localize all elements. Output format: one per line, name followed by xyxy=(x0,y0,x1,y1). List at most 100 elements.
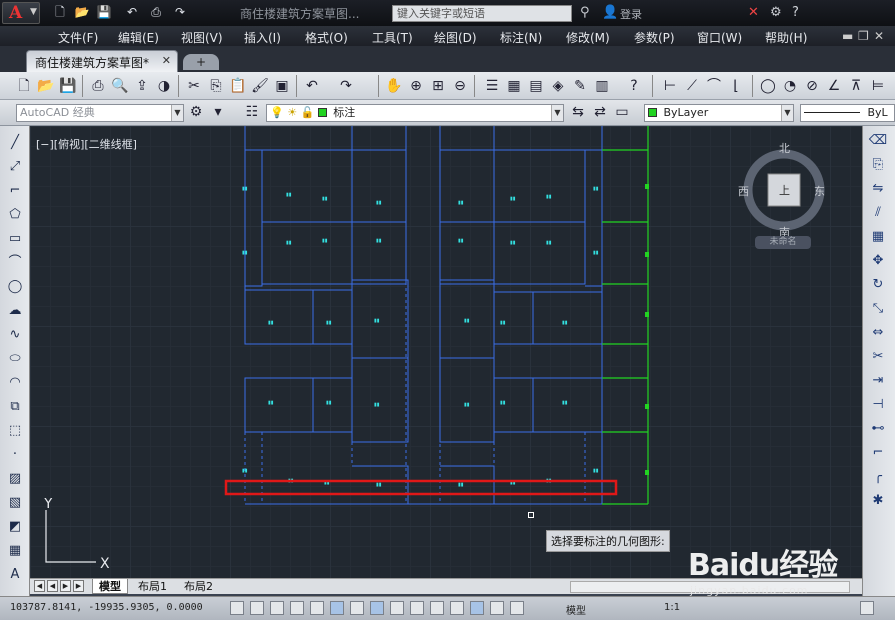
jogged-icon[interactable]: ◔ xyxy=(780,76,800,96)
ortho-toggle[interactable] xyxy=(290,601,304,615)
ellipse-icon[interactable]: ⬭ xyxy=(5,350,25,368)
publish-icon[interactable]: ⇪ xyxy=(132,76,152,96)
first-tab-icon[interactable]: ◀ xyxy=(34,580,45,592)
exchange-icon[interactable]: ✕ xyxy=(748,5,759,20)
tab-layout1[interactable]: 布局1 xyxy=(132,579,173,594)
help-icon[interactable]: ? xyxy=(792,5,799,20)
mirror-icon[interactable]: ⇋ xyxy=(868,180,888,198)
new-tab-button[interactable]: + xyxy=(183,54,219,70)
copy-object-icon[interactable]: ⎘ xyxy=(868,156,888,174)
last-tab-icon[interactable]: ▶ xyxy=(73,580,84,592)
design-center-icon[interactable]: ▦ xyxy=(504,76,524,96)
angular-icon[interactable]: ∠ xyxy=(824,76,844,96)
workspace-select[interactable]: AutoCAD 经典 ▼ xyxy=(16,104,184,122)
circle-icon[interactable]: ◯ xyxy=(5,278,25,296)
region-icon[interactable]: ◩ xyxy=(5,518,25,536)
linear-dimension-icon[interactable]: ⊢ xyxy=(660,76,680,96)
aligned-dimension-icon[interactable]: ⟋ xyxy=(682,76,702,96)
save-icon[interactable]: 💾 xyxy=(58,76,78,96)
chamfer-icon[interactable]: ⌐ xyxy=(868,444,888,462)
markup-icon[interactable]: ✎ xyxy=(570,76,590,96)
annotation-monitor-toggle[interactable] xyxy=(510,601,524,615)
snap-toggle[interactable] xyxy=(250,601,264,615)
application-menu-button[interactable]: A ▼ xyxy=(2,2,40,24)
ducs-toggle[interactable] xyxy=(390,601,404,615)
menu-modify[interactable]: 修改(M) xyxy=(566,29,610,46)
prev-tab-icon[interactable]: ◀ xyxy=(47,580,58,592)
menu-dimension[interactable]: 标注(N) xyxy=(500,29,542,46)
quick-dimension-icon[interactable]: ⊼ xyxy=(846,76,866,96)
compass-north[interactable]: 北 xyxy=(779,140,790,156)
scale-icon[interactable]: ⤡ xyxy=(868,300,888,318)
clean-screen-toggle[interactable] xyxy=(860,601,874,615)
gradient-icon[interactable]: ▧ xyxy=(5,494,25,512)
properties-icon[interactable]: ☰ xyxy=(482,76,502,96)
layer-properties-icon[interactable]: ☷ xyxy=(242,102,262,122)
viewcube-face-top[interactable]: 上 xyxy=(779,182,790,198)
ordinate-icon[interactable]: ⌊ xyxy=(726,76,746,96)
close-icon[interactable]: ✕ xyxy=(874,29,884,43)
save-icon[interactable]: 💾 xyxy=(96,4,112,20)
layer-state-icon[interactable]: ▭ xyxy=(612,102,632,122)
infer-constraints-toggle[interactable] xyxy=(230,601,244,615)
diameter-icon[interactable]: ⊘ xyxy=(802,76,822,96)
quickcalc-icon[interactable]: ▥ xyxy=(592,76,612,96)
match-properties-icon[interactable]: 🖌 xyxy=(250,76,270,96)
point-icon[interactable]: · xyxy=(5,446,25,464)
pan-icon[interactable]: ✋ xyxy=(384,76,404,96)
extend-icon[interactable]: ⇥ xyxy=(868,372,888,390)
fillet-icon[interactable]: ╭ xyxy=(868,468,888,486)
hatch-icon[interactable]: ▨ xyxy=(5,470,25,488)
rectangle-icon[interactable]: ▭ xyxy=(5,230,25,248)
ellipse-arc-icon[interactable]: ◠ xyxy=(5,374,25,392)
radius-icon[interactable]: ◯ xyxy=(758,76,778,96)
selection-cycling-toggle[interactable] xyxy=(490,601,504,615)
otrack-toggle[interactable] xyxy=(370,601,384,615)
menu-edit[interactable]: 编辑(E) xyxy=(118,29,159,46)
compass-west[interactable]: 西 xyxy=(738,183,749,199)
close-tab-icon[interactable]: ✕ xyxy=(162,54,171,67)
search-input[interactable]: 键入关键字或短语 xyxy=(392,5,572,22)
rotate-icon[interactable]: ↻ xyxy=(868,276,888,294)
restore-icon[interactable]: ❐ xyxy=(858,29,869,43)
undo-icon[interactable]: ↶ xyxy=(302,76,322,96)
multiline-text-icon[interactable]: A xyxy=(5,566,25,584)
offset-icon[interactable]: ⫽ xyxy=(868,204,888,222)
block-editor-icon[interactable]: ▣ xyxy=(272,76,292,96)
connect-icon[interactable]: ⚙ xyxy=(770,5,782,20)
grid-toggle[interactable] xyxy=(270,601,284,615)
binoculars-icon[interactable]: ⚲ xyxy=(580,5,590,20)
drawing-canvas[interactable]: [−][俯视][二维线框] ▮▮ ▮▮ ▮▮ ▮▮ ▮▮ ▮▮ ▮▮ ▮▮ ▮▮… xyxy=(30,126,862,578)
next-tab-icon[interactable]: ▶ xyxy=(60,580,71,592)
explode-icon[interactable]: ✱ xyxy=(868,492,888,510)
revision-cloud-icon[interactable]: ☁ xyxy=(5,302,25,320)
make-block-icon[interactable]: ⬚ xyxy=(5,422,25,440)
break-icon[interactable]: ⊣ xyxy=(868,396,888,414)
copy-icon[interactable]: ⎘ xyxy=(206,76,226,96)
arc-icon[interactable]: ⌒ xyxy=(5,254,25,272)
menu-draw[interactable]: 绘图(D) xyxy=(434,29,477,46)
3dosnap-toggle[interactable] xyxy=(350,601,364,615)
construction-line-icon[interactable]: ⤢ xyxy=(5,158,25,176)
menu-window[interactable]: 窗口(W) xyxy=(697,29,742,46)
tab-model[interactable]: 模型 xyxy=(92,579,128,594)
sign-in-link[interactable]: 登录 xyxy=(620,6,642,22)
minimize-icon[interactable]: ▬ xyxy=(842,29,853,43)
model-space-button[interactable]: 模型 xyxy=(566,602,586,617)
sheet-set-icon[interactable]: ◈ xyxy=(548,76,568,96)
zoom-window-icon[interactable]: ⊞ xyxy=(428,76,448,96)
osnap-toggle[interactable] xyxy=(330,601,344,615)
array-icon[interactable]: ▦ xyxy=(868,228,888,246)
undo-icon[interactable]: ↶ xyxy=(124,4,140,20)
dyn-toggle[interactable] xyxy=(410,601,424,615)
transparency-toggle[interactable] xyxy=(450,601,464,615)
polyline-icon[interactable]: ⌐ xyxy=(5,182,25,200)
tab-layout2[interactable]: 布局2 xyxy=(178,579,219,594)
open-icon[interactable]: 📂 xyxy=(36,76,56,96)
menu-format[interactable]: 格式(O) xyxy=(305,29,348,46)
user-icon[interactable]: 👤 xyxy=(602,5,618,20)
insert-block-icon[interactable]: ⧉ xyxy=(5,398,25,416)
open-file-icon[interactable]: 📂 xyxy=(74,4,90,20)
tool-palettes-icon[interactable]: ▤ xyxy=(526,76,546,96)
document-tab[interactable]: 商住楼建筑方案草图* ✕ xyxy=(26,50,178,72)
